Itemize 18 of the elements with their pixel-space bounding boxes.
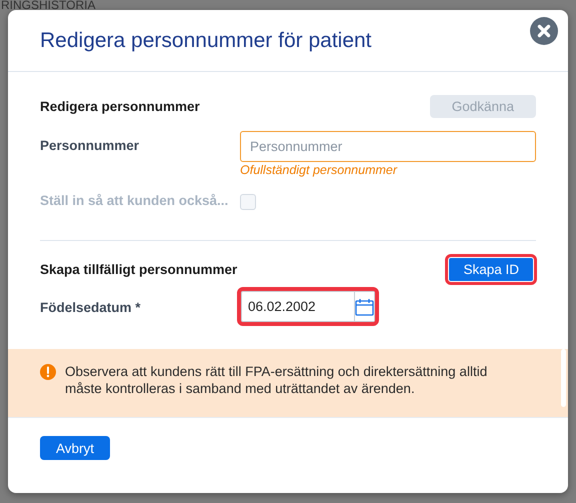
- error-message: Ofullständigt personnummer: [240, 163, 398, 178]
- date-field[interactable]: 06.02.2002: [242, 292, 354, 321]
- close-icon[interactable]: [530, 16, 558, 44]
- field-label: Ställ in så att kunden också...: [40, 192, 230, 208]
- dialog-title: Redigera personnummer för patient: [40, 28, 372, 52]
- action-button[interactable]: Skapa ID: [449, 258, 533, 280]
- warning-icon: [40, 364, 56, 380]
- personal-number-field[interactable]: Personnummer: [240, 131, 536, 162]
- cancel-button[interactable]: Avbryt: [40, 436, 110, 460]
- field-label: Födelsedatum *: [40, 299, 142, 315]
- section-heading: Skapa tillfälligt personnummer: [40, 262, 238, 276]
- calendar-button[interactable]: [354, 292, 374, 321]
- warning-text: Observera att kundens rätt till FPA-ersättning och direktersättning alltid måste kontrolleras i samband med uträttandet av ärenden.: [65, 363, 488, 397]
- page-heading: RINGSHISTORIA: [1, 0, 96, 11]
- scrollbar[interactable]: [561, 349, 566, 407]
- field-label: Personnummer: [40, 137, 140, 153]
- calendar-icon: [355, 298, 374, 316]
- section-heading: Redigera personnummer: [40, 98, 200, 114]
